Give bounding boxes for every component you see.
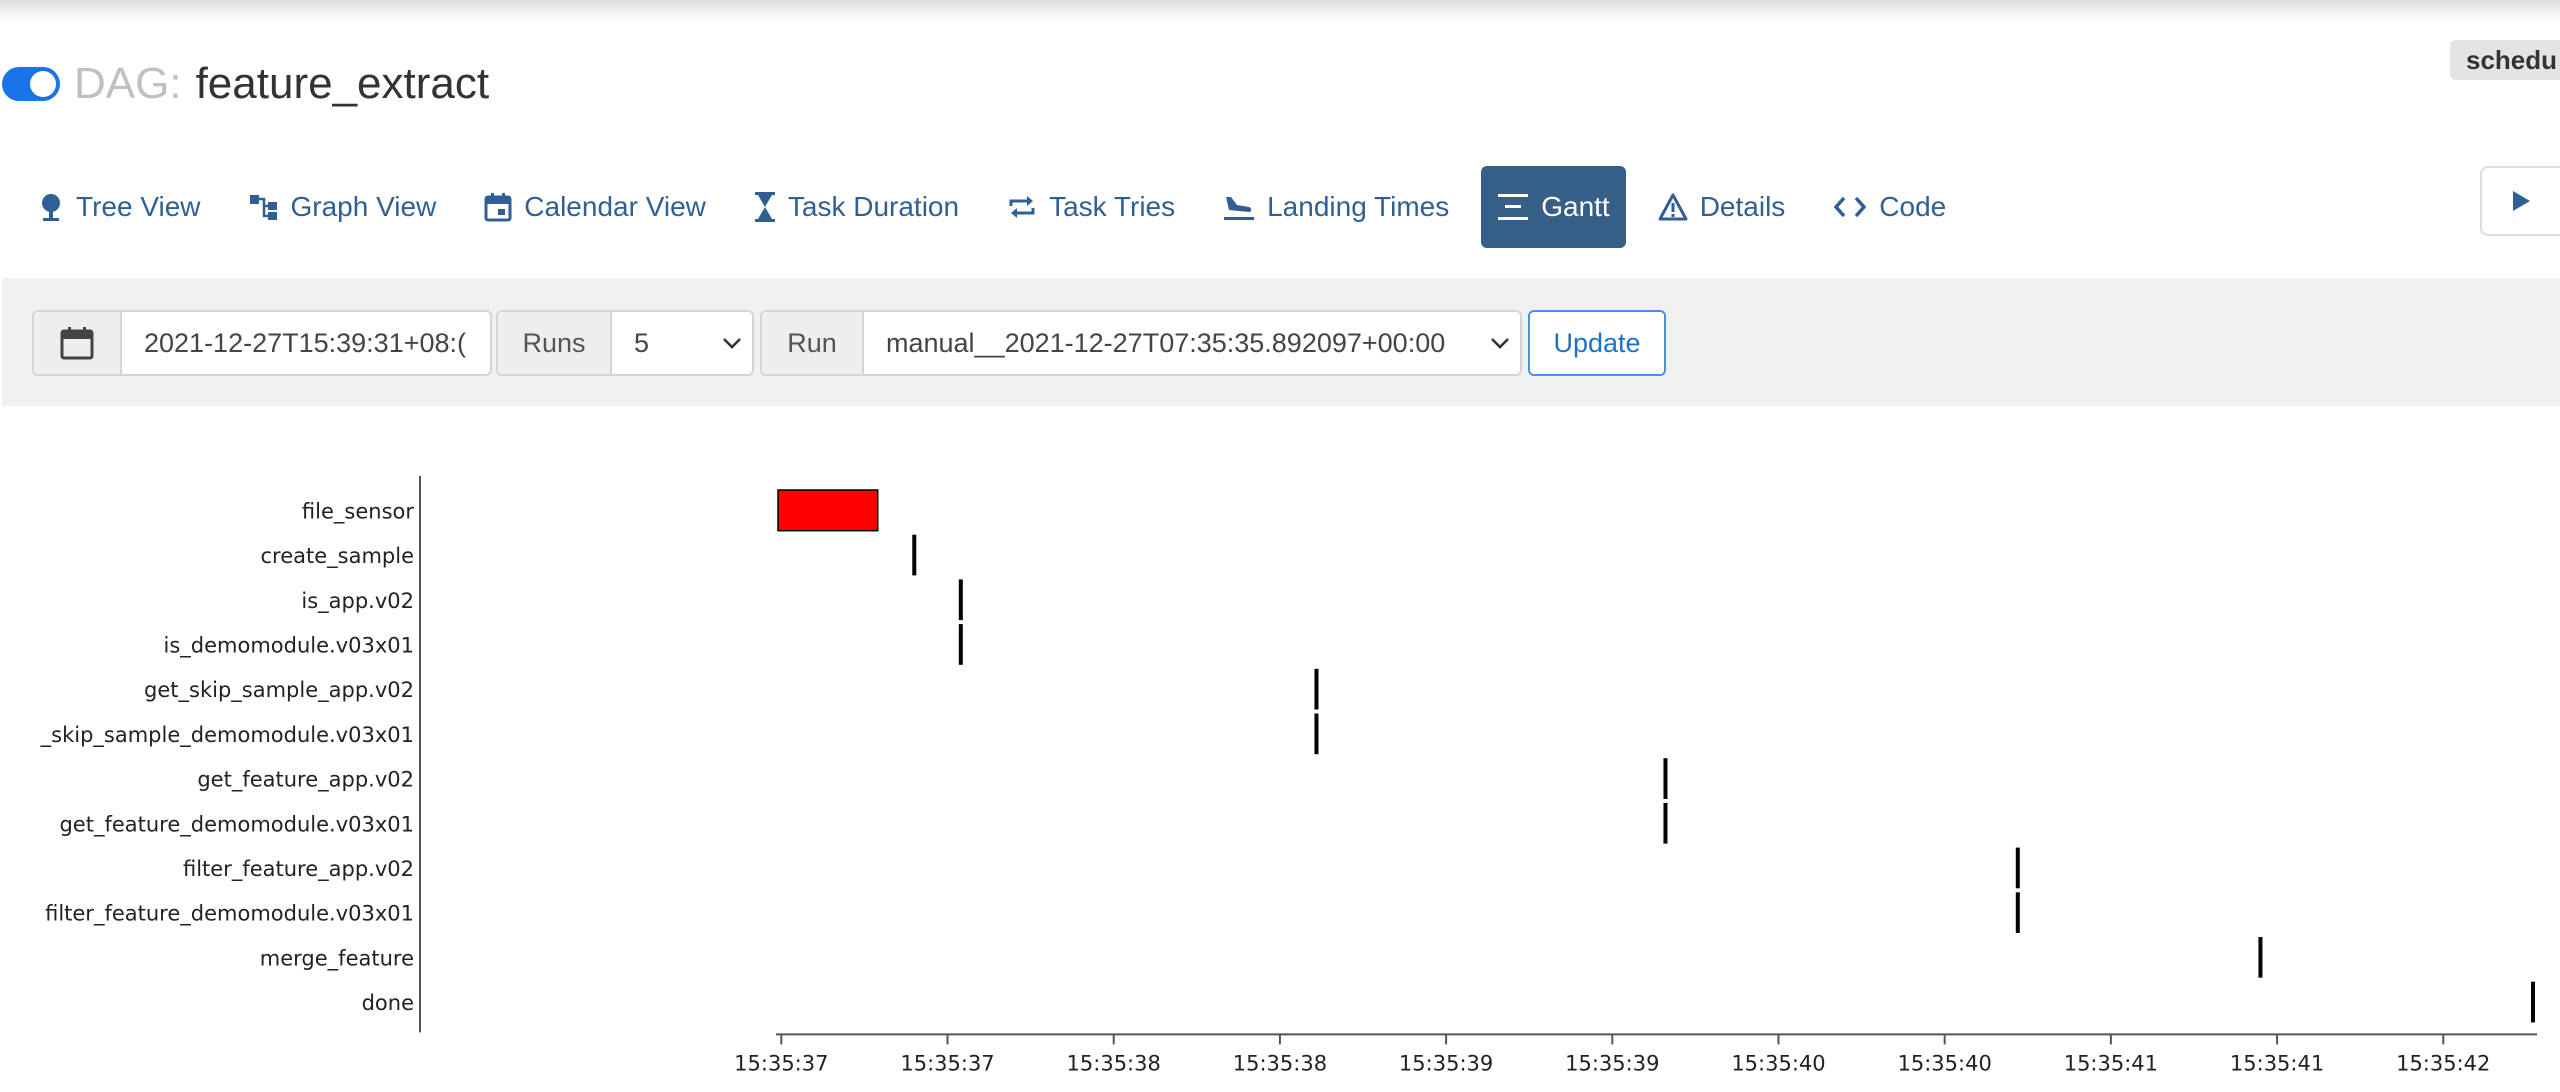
date-picker-button[interactable] <box>34 312 122 374</box>
x-tick-label: 15:35:41 <box>2230 1051 2324 1075</box>
tab-gantt[interactable]: Gantt <box>1481 166 1626 248</box>
x-tick-label: 15:35:40 <box>1731 1051 1825 1075</box>
task-label: _skip_sample_demomodule.v03x01 <box>40 723 414 748</box>
x-tick-label: 15:35:37 <box>900 1051 994 1075</box>
dag-name: feature_extract <box>195 59 490 108</box>
update-button[interactable]: Update <box>1528 310 1666 376</box>
task-label: is_app.v02 <box>301 589 414 614</box>
task-bar-success <box>2531 981 2535 1023</box>
run-group: Run manual__2021-12-27T07:35:35.892097+0… <box>760 310 1522 376</box>
gantt-icon <box>1498 194 1529 220</box>
tab-label: Graph View <box>290 191 437 222</box>
task-bar-success <box>2015 892 2020 933</box>
tab-label: Gantt <box>1541 191 1610 222</box>
graph-icon <box>249 195 277 220</box>
task-label: create_sample <box>260 544 414 569</box>
trigger-dag-button[interactable] <box>2480 166 2560 236</box>
gantt-chart: file_sensor create_sample is_app.v02 is_dem… <box>40 476 2537 1075</box>
run-value: manual__2021-12-27T07:35:35.892097+00:00 <box>886 327 1446 358</box>
x-tick-label: 15:35:42 <box>2396 1051 2490 1075</box>
run-label: Run <box>762 312 864 374</box>
tab-label: Tree View <box>76 191 201 222</box>
x-tick-label: 15:35:38 <box>1233 1051 1327 1075</box>
task-label: get_skip_sample_app.v02 <box>144 678 414 703</box>
code-icon <box>1833 196 1867 218</box>
x-tick-label: 15:35:41 <box>2064 1051 2158 1075</box>
run-select[interactable]: manual__2021-12-27T07:35:35.892097+00:00 <box>864 312 1520 374</box>
tab-landing-times[interactable]: Landing Times <box>1207 166 1465 248</box>
retry-icon <box>1009 196 1035 218</box>
task-bar-success <box>1663 758 1668 799</box>
tab-calendar-view[interactable]: Calendar View <box>468 166 722 248</box>
filter-bar: 2021-12-27T15:39:31+08:( Runs 5 Run manu… <box>2 278 2560 406</box>
base-date-group: 2021-12-27T15:39:31+08:( <box>32 310 492 376</box>
dag-pause-toggle[interactable] <box>2 67 60 101</box>
play-icon <box>2513 191 2530 211</box>
task-label: merge_feature <box>260 946 414 971</box>
tab-graph-view[interactable]: Graph View <box>233 166 453 248</box>
runs-value: 5 <box>634 327 650 358</box>
runs-group: Runs 5 <box>496 310 754 376</box>
tab-label: Details <box>1699 191 1786 222</box>
x-tick-label: 15:35:39 <box>1565 1051 1659 1075</box>
task-bar-success <box>2258 937 2263 978</box>
calendar-icon <box>60 327 94 360</box>
tab-label: Task Duration <box>787 191 960 222</box>
runs-label: Runs <box>498 312 612 374</box>
x-tick-label: 15:35:37 <box>734 1051 828 1075</box>
hourglass-icon <box>754 192 775 222</box>
task-label: get_feature_app.v02 <box>197 768 414 793</box>
browser-top-shadow <box>0 0 2560 22</box>
runs-select[interactable]: 5 <box>612 312 752 374</box>
x-tick-label: 15:35:39 <box>1399 1051 1493 1075</box>
tab-label: Code <box>1879 191 1947 222</box>
task-bar-success <box>1663 802 1668 844</box>
chevron-down-icon <box>1490 336 1520 350</box>
base-date-input[interactable]: 2021-12-27T15:39:31+08:( <box>122 312 488 374</box>
landing-icon <box>1224 197 1255 220</box>
task-bar-success <box>912 534 917 576</box>
task-bar-failed <box>777 489 879 532</box>
warning-icon <box>1658 193 1688 221</box>
tree-icon <box>42 194 60 221</box>
task-bar-success <box>958 579 963 621</box>
tab-details[interactable]: Details <box>1642 166 1802 248</box>
task-bar-success <box>1314 713 1319 755</box>
tab-tree-view[interactable]: Tree View <box>22 166 217 248</box>
task-label: filter_feature_demomodule.v03x01 <box>45 902 414 927</box>
calendar-icon <box>484 193 512 222</box>
schedule-badge: schedu <box>2450 40 2560 80</box>
toggle-knob <box>30 71 56 97</box>
tab-label: Calendar View <box>524 191 706 222</box>
task-bar-success <box>958 624 963 665</box>
chevron-down-icon <box>722 336 752 350</box>
dag-header: DAG: feature_extract <box>2 52 489 116</box>
task-bar-success <box>1314 668 1319 710</box>
task-label: file_sensor <box>302 499 414 524</box>
x-tick-label: 15:35:38 <box>1067 1051 1161 1075</box>
view-nav: Tree View Graph View Calendar View Task … <box>22 166 1978 248</box>
tab-label: Task Tries <box>1049 191 1176 222</box>
tab-task-duration[interactable]: Task Duration <box>738 166 975 248</box>
task-label: get_feature_demomodule.v03x01 <box>59 812 414 837</box>
task-label: done <box>362 991 414 1015</box>
tab-code[interactable]: Code <box>1817 166 1962 248</box>
dag-label: DAG: <box>74 59 182 108</box>
task-bar-success <box>2015 847 2020 889</box>
tab-task-tries[interactable]: Task Tries <box>991 166 1191 248</box>
task-label: filter_feature_app.v02 <box>183 857 414 882</box>
tab-label: Landing Times <box>1267 191 1450 222</box>
task-label: is_demomodule.v03x01 <box>163 633 414 658</box>
x-tick-label: 15:35:40 <box>1898 1051 1992 1075</box>
